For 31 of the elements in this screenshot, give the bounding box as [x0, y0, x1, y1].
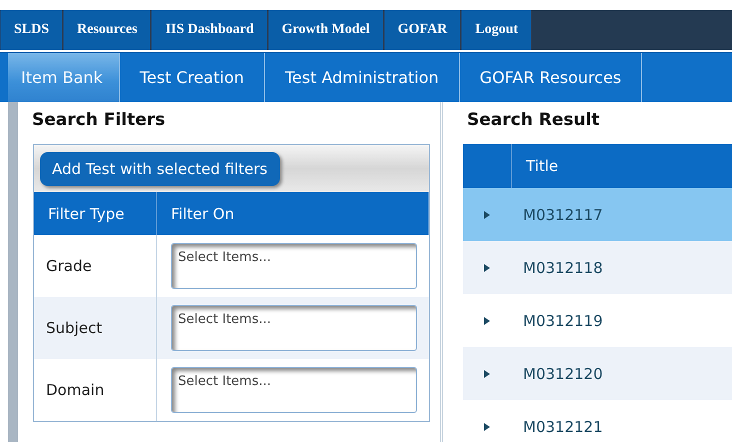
expand-icon[interactable]	[484, 262, 490, 272]
panel-title: Search Result	[467, 110, 601, 132]
nav-link[interactable]: Logout	[461, 10, 532, 50]
expand-icon[interactable]	[484, 368, 490, 378]
nav-link[interactable]: IIS Dashboard	[151, 10, 268, 50]
expand-icon[interactable]	[484, 422, 490, 432]
tab[interactable]: Test Creation	[120, 53, 265, 102]
result-title-cell[interactable]: M0312117	[511, 188, 732, 241]
add-test-button[interactable]: Add Test with selected filters	[40, 152, 280, 186]
header-cell	[463, 144, 511, 188]
tab[interactable]: Test Administration	[265, 53, 460, 102]
nav-link[interactable]: Resources	[63, 10, 152, 50]
column-header: Filter On	[157, 192, 429, 235]
select-field[interactable]: Select Items...	[171, 243, 417, 289]
column-header: Filter Type	[34, 192, 157, 235]
nav-link[interactable]: GOFAR	[384, 10, 462, 50]
result-title-cell[interactable]: M0312120	[511, 347, 732, 400]
filter-type-cell: Domain	[34, 359, 157, 421]
expand-icon[interactable]	[484, 316, 490, 326]
result-title-cell[interactable]: M0312118	[511, 241, 732, 294]
column-header: Title	[511, 144, 732, 188]
panel-title: Search Filters	[32, 110, 166, 132]
result-title-cell[interactable]: M0312119	[511, 294, 732, 347]
select-field[interactable]: Select Items...	[171, 367, 417, 413]
tab[interactable]: GOFAR Resources	[460, 53, 642, 102]
nav-link[interactable]: SLDS	[0, 10, 64, 50]
select-field[interactable]: Select Items...	[171, 305, 417, 351]
result-title-cell[interactable]: M0312121	[511, 400, 732, 442]
filter-type-cell: Subject	[34, 297, 157, 359]
nav-link[interactable]: Growth Model	[268, 10, 384, 50]
expand-icon[interactable]	[484, 210, 490, 220]
